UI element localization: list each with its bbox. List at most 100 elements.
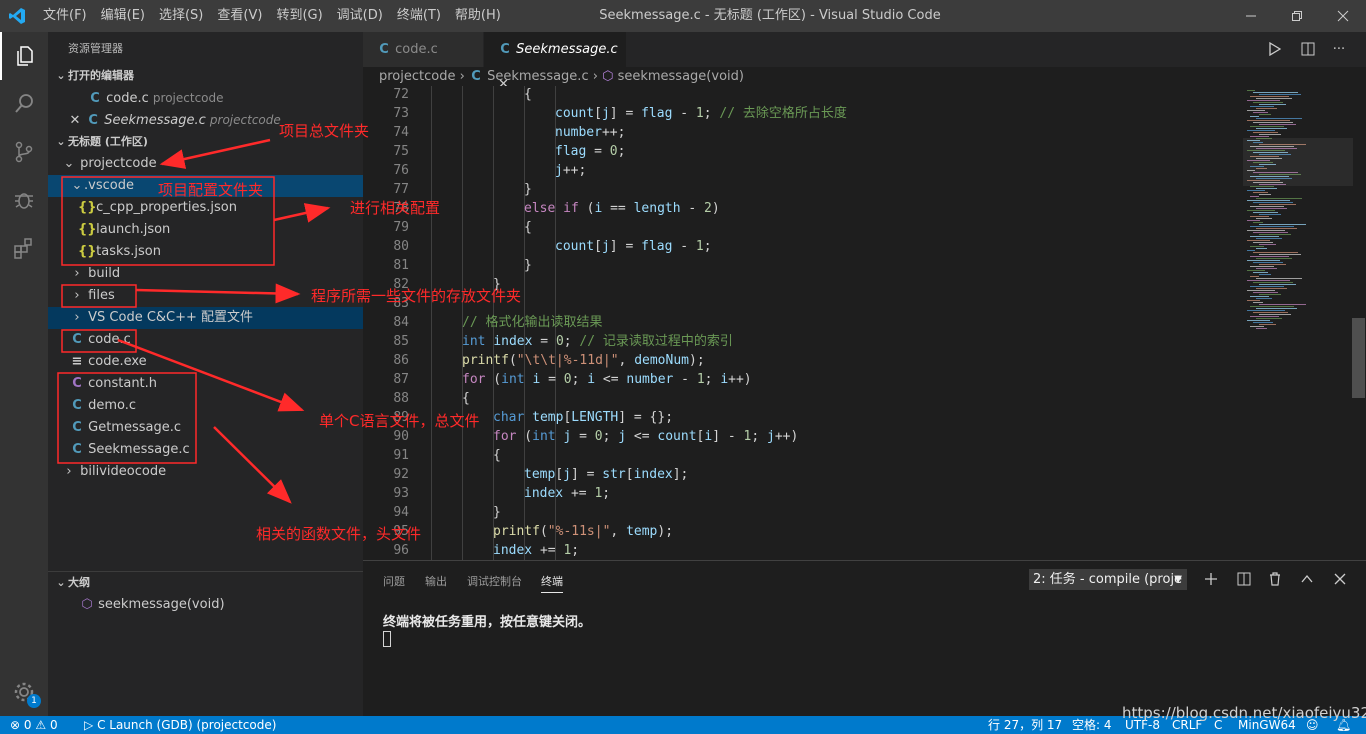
code-text: { [524,87,532,102]
tab-seekmessage-c[interactable]: C Seekmessage.c ✕ [484,32,626,92]
tab-output[interactable]: 输出 [425,573,447,589]
menu-file[interactable]: 文件(F) [36,0,94,32]
tree-item-bilivideocode[interactable]: › bilivideocode [48,461,363,483]
watermark: https://blog.csdn.net/xiaofeiyu321 [1122,704,1366,722]
tab-label: code.c [395,42,438,57]
source-control-activity[interactable] [0,128,48,176]
minimap-line [1256,298,1272,299]
tree-item-launch-json[interactable]: {} launch.json [48,219,363,241]
cursor-position[interactable]: 行 27，列 17 [988,716,1062,734]
problems-status[interactable]: ⊗ 0 ⚠ 0 [10,716,58,734]
code-text: j++; [555,163,587,178]
tab-problems[interactable]: 问题 [383,573,405,589]
indent-guide [431,86,432,560]
outline-label: 大纲 [68,576,90,589]
tree-item-demo-c[interactable]: C demo.c [48,395,363,417]
close-icon[interactable]: ✕ [68,110,82,132]
manage-activity[interactable]: 1 [0,668,48,716]
minimap-line [1247,220,1260,221]
vscode-logo-icon [9,8,25,24]
minimap-line [1247,200,1290,201]
line-number: 80 [393,239,409,254]
annotation-text: 相关的函数文件，头文件 [256,525,422,543]
menu-selection[interactable]: 选择(S) [152,0,210,32]
minimap-line [1250,306,1294,307]
tree-item-code-c[interactable]: C code.c [48,329,363,351]
kill-terminal-button[interactable] [1264,569,1286,589]
code-editor[interactable]: 72 {73 count[j] = flag - 1; // 去除空格所占长度 74 n… [363,86,1366,560]
minimap-line [1253,122,1293,123]
tab-code-c[interactable]: C code.c [363,32,483,67]
minimap-line [1247,270,1265,271]
minimap-line [1253,262,1283,263]
minimize-button[interactable] [1228,0,1274,32]
minimap-line [1253,312,1288,313]
minimap-line [1256,328,1267,329]
debug-activity[interactable] [0,176,48,224]
minimap-line [1250,326,1264,327]
terminal-select[interactable]: 2: 任务 - compile (proje ▼ [1029,569,1187,590]
search-activity[interactable] [0,80,48,128]
outline-header[interactable]: ⌄ 大纲 [48,571,363,593]
menu-terminal[interactable]: 终端(T) [390,0,448,32]
menu-view[interactable]: 查看(V) [210,0,269,32]
editor-scrollbar-thumb[interactable] [1352,318,1365,398]
chevron-down-icon: ⌄ [71,178,83,193]
minimap-line [1247,120,1290,121]
menu-edit[interactable]: 编辑(E) [94,0,152,32]
tab-terminal[interactable]: 终端 [541,573,563,593]
close-window-button[interactable] [1320,0,1366,32]
minimap-line [1256,238,1282,239]
minimize-icon [1246,15,1256,17]
debug-status[interactable]: ▷ C Launch (GDB) (projectcode) [84,716,276,734]
line-number: 84 [393,315,409,330]
code-text: count[j] = flag - 1; // 去除空格所占长度 [555,106,847,121]
minimap-line [1256,208,1287,209]
more-actions-button[interactable]: ··· [1328,39,1350,59]
annotation-text: 单个C语言文件，总文件 [319,412,480,430]
menu-debug[interactable]: 调试(D) [330,0,390,32]
minimap-line [1250,126,1284,127]
annotation-text: 项目总文件夹 [279,122,370,140]
minimap-line [1259,114,1271,115]
tree-item-getmessage-c[interactable]: C Getmessage.c [48,417,363,439]
extensions-activity[interactable] [0,224,48,272]
tree-item-projectcode[interactable]: ⌄ projectcode [48,153,363,175]
split-terminal-button[interactable] [1233,569,1255,589]
minimap-line [1259,234,1291,235]
breadcrumb-symbol[interactable]: seekmessage(void) [618,69,744,84]
run-button[interactable] [1263,39,1285,59]
restore-button[interactable] [1274,0,1320,32]
new-terminal-button[interactable] [1200,569,1222,589]
indentation[interactable]: 空格: 4 [1072,716,1112,734]
tree-item-constant-h[interactable]: C constant.h [48,373,363,395]
open-editors-header[interactable]: ⌄ 打开的编辑器 [48,65,363,87]
json-file-icon: {} [78,200,97,215]
tree-item-c-cpp-properties[interactable]: {} c_cpp_properties.json [48,197,363,219]
debug-config-label: C Launch (GDB) (projectcode) [97,718,277,732]
outline-item[interactable]: ⬡ seekmessage(void) [48,594,363,616]
c-file-icon: C [90,91,100,106]
maximize-panel-button[interactable] [1296,569,1318,589]
tree-item-build[interactable]: › build [48,263,363,285]
close-panel-button[interactable] [1329,569,1351,589]
tree-item-label: launch.json [96,222,171,237]
minimap-line [1256,268,1277,269]
tree-item-tasks-json[interactable]: {} tasks.json [48,241,363,263]
breadcrumb-file[interactable]: Seekmessage.c [487,69,588,84]
breadcrumb-folder[interactable]: projectcode [379,69,455,84]
tree-item-seekmessage-c[interactable]: C Seekmessage.c [48,439,363,461]
menu-go[interactable]: 转到(G) [269,0,329,32]
terminal-output: 终端将被任务重用，按任意键关闭。 [383,615,592,630]
open-editor-code-c[interactable]: C code.c projectcode [48,87,363,109]
tab-debug-console[interactable]: 调试控制台 [467,573,522,589]
menu-help[interactable]: 帮助(H) [448,0,508,32]
tree-item-code-exe[interactable]: ≡ code.exe [48,351,363,373]
split-editor-button[interactable] [1297,39,1319,59]
annotation-text: 程序所需一些文件的存放文件夹 [311,287,522,305]
tree-item-config-folder[interactable]: › VS Code C&C++ 配置文件 [48,307,363,329]
minimap-line [1247,130,1275,131]
minimap[interactable] [1243,86,1353,560]
explorer-activity[interactable] [0,32,48,80]
h-file-icon: C [72,376,82,391]
